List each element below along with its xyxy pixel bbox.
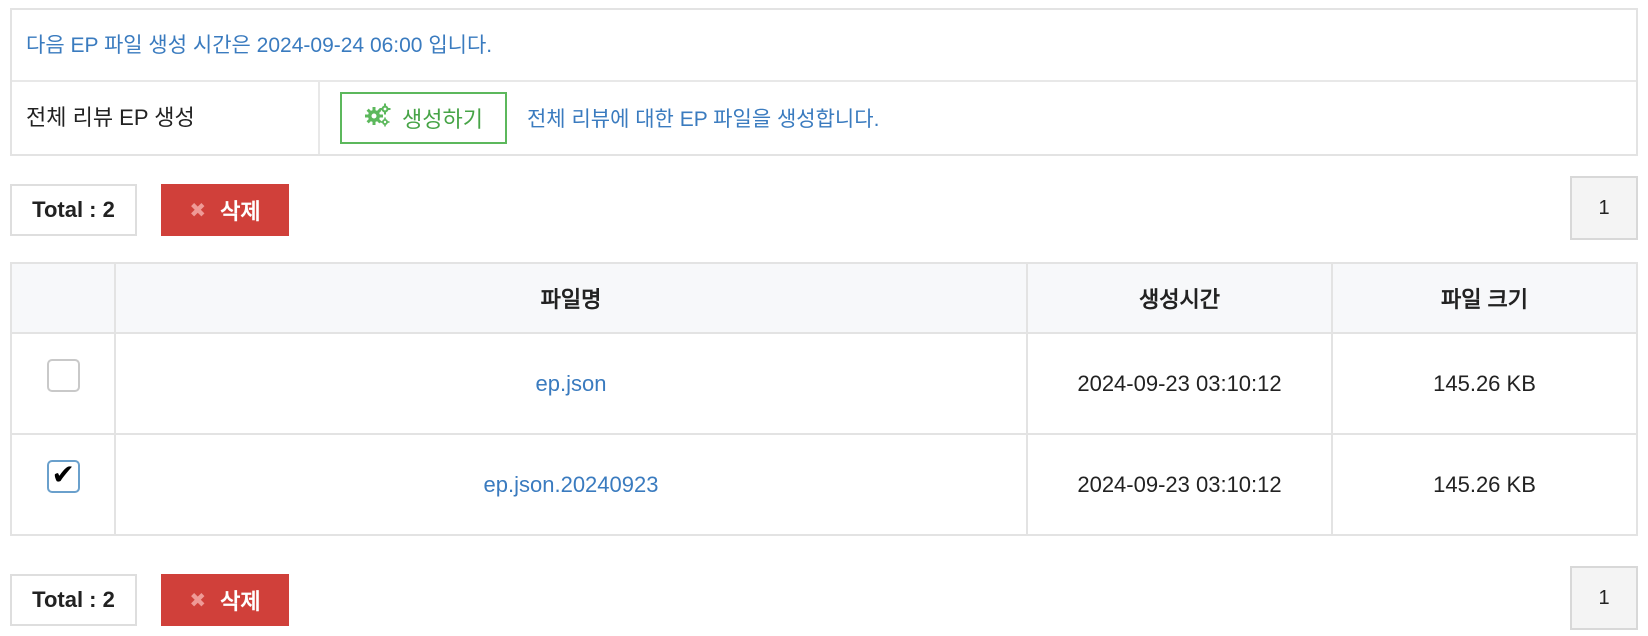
total-count: Total : 2 <box>10 184 137 236</box>
pagination-page-1[interactable]: 1 <box>1570 176 1638 240</box>
delete-button[interactable]: ✖ 삭제 <box>161 574 289 626</box>
header-select <box>10 262 116 334</box>
next-generation-time-notice: 다음 EP 파일 생성 시간은 2024-09-24 06:00 입니다. <box>12 10 1636 82</box>
full-review-ep-label: 전체 리뷰 EP 생성 <box>12 82 320 154</box>
total-count: Total : 2 <box>10 574 137 626</box>
header-created-time: 생성시간 <box>1026 262 1333 334</box>
filename-cell: ep.json.20240923 <box>114 433 1028 536</box>
filename-cell: ep.json <box>114 332 1028 435</box>
full-review-ep-actions: 생성하기 전체 리뷰에 대한 EP 파일을 생성합니다. <box>320 82 879 154</box>
gears-icon <box>364 103 392 133</box>
delete-button-label: 삭제 <box>220 589 261 614</box>
header-filename: 파일명 <box>114 262 1028 334</box>
ep-info-panel: 다음 EP 파일 생성 시간은 2024-09-24 06:00 입니다. 전체… <box>10 8 1638 156</box>
checkmark-icon: ✔ <box>51 459 75 490</box>
header-file-size: 파일 크기 <box>1331 262 1638 334</box>
row-select-cell <box>10 332 116 435</box>
generate-description: 전체 리뷰에 대한 EP 파일을 생성합니다. <box>526 108 880 131</box>
generate-button[interactable]: 생성하기 <box>340 92 507 144</box>
filename-link[interactable]: ep.json <box>536 371 607 396</box>
close-icon: ✖ <box>189 199 207 222</box>
delete-button-label: 삭제 <box>220 199 261 224</box>
full-review-ep-row: 전체 리뷰 EP 생성 생성하기 전체 리뷰에 대한 EP 파일을 생성합니다. <box>12 82 1636 154</box>
delete-button[interactable]: ✖ 삭제 <box>161 184 289 236</box>
table-row: ✔ ep.json.20240923 2024-09-23 03:10:12 1… <box>10 433 1638 536</box>
generate-button-label: 생성하기 <box>402 107 483 132</box>
row-checkbox[interactable]: ✔ <box>46 459 80 493</box>
pagination-page-1[interactable]: 1 <box>1570 566 1638 630</box>
file-size-cell: 145.26 KB <box>1331 332 1638 435</box>
ep-file-table: 파일명 생성시간 파일 크기 ep.json 2024-09-23 03:10:… <box>10 262 1638 536</box>
close-icon: ✖ <box>189 589 207 612</box>
table-header-row: 파일명 생성시간 파일 크기 <box>10 262 1638 334</box>
filename-link[interactable]: ep.json.20240923 <box>484 472 659 497</box>
row-select-cell: ✔ <box>10 433 116 536</box>
created-time-cell: 2024-09-23 03:10:12 <box>1026 433 1333 536</box>
table-row: ep.json 2024-09-23 03:10:12 145.26 KB <box>10 332 1638 435</box>
row-checkbox[interactable] <box>46 359 80 392</box>
file-size-cell: 145.26 KB <box>1331 433 1638 536</box>
bottom-toolbar: Total : 2 ✖ 삭제 1 <box>10 566 1638 630</box>
top-toolbar: Total : 2 ✖ 삭제 1 <box>10 176 1638 240</box>
created-time-cell: 2024-09-23 03:10:12 <box>1026 332 1333 435</box>
